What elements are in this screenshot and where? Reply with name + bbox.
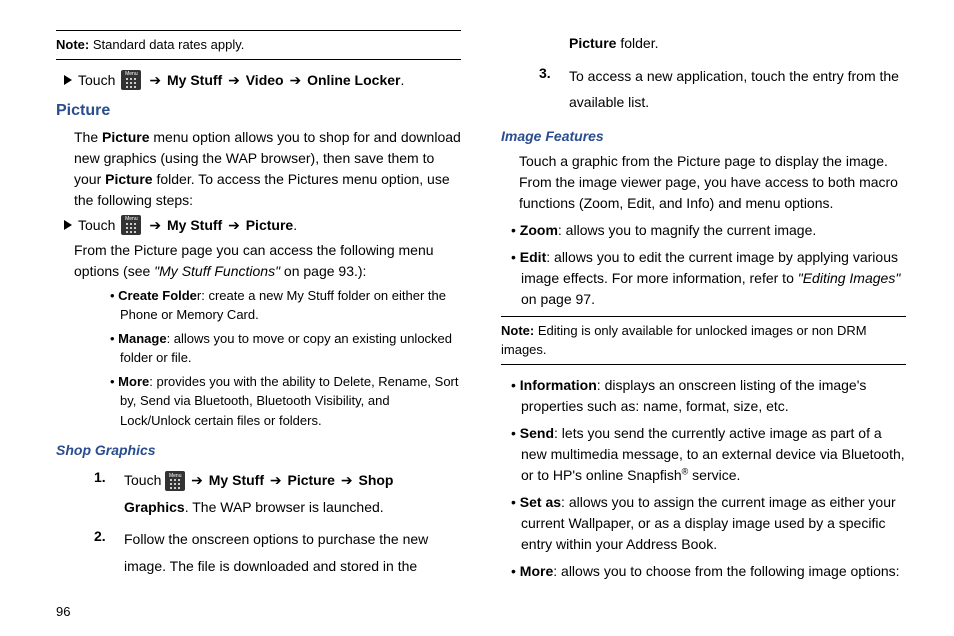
note-label: Note: xyxy=(56,37,89,52)
bullet-set-as: • Set as: allows you to assign the curre… xyxy=(511,492,906,555)
touch-label: Touch xyxy=(78,215,115,236)
menu-grid-icon: Menu xyxy=(165,471,185,491)
arrow-sep: ➔ xyxy=(286,72,306,88)
page-number: 96 xyxy=(56,604,70,619)
menu-grid-icon: Menu xyxy=(121,70,141,90)
period: . xyxy=(400,72,404,88)
note-editing-unlocked: Note: Editing is only available for unlo… xyxy=(501,316,906,365)
picture-options-list: • Create Folder: create a new My Stuff f… xyxy=(110,286,461,431)
step-arrow-icon xyxy=(64,220,72,230)
nav-step-online-locker: Touch Menu ➔ My Stuff ➔ Video ➔ Online L… xyxy=(64,70,461,91)
nav-video: Video xyxy=(246,72,284,88)
nav-mystuff: My Stuff xyxy=(167,72,222,88)
picture-intro: The Picture menu option allows you to sh… xyxy=(74,127,461,211)
menu-grid-icon: Menu xyxy=(121,215,141,235)
nav-online-locker: Online Locker xyxy=(307,72,400,88)
note-text: Editing is only available for unlocked i… xyxy=(501,323,867,358)
bullet-information: • Information: displays an onscreen list… xyxy=(511,375,906,417)
heading-shop-graphics: Shop Graphics xyxy=(56,440,461,461)
bullet-manage: • Manage: allows you to move or copy an … xyxy=(110,329,461,368)
arrow-sep: ➔ xyxy=(224,217,244,233)
step-3: 3. To access a new application, touch th… xyxy=(539,63,906,116)
arrow-sep: ➔ xyxy=(149,217,165,233)
nav-step-picture: Touch Menu ➔ My Stuff ➔ Picture. xyxy=(64,215,461,236)
arrow-sep: ➔ xyxy=(224,72,244,88)
touch-label: Touch xyxy=(78,70,115,91)
nav-mystuff: My Stuff xyxy=(167,217,222,233)
image-features-list-2: • Information: displays an onscreen list… xyxy=(511,375,906,582)
page-content: Note: Standard data rates apply. Touch M… xyxy=(0,0,954,610)
arrow-sep: ➔ xyxy=(149,72,165,88)
bullet-zoom: • Zoom: allows you to magnify the curren… xyxy=(511,220,906,241)
step-1: 1. Touch Menu ➔ My Stuff ➔ Picture ➔ Sho… xyxy=(94,467,461,520)
bullet-more-image: • More: allows you to choose from the fo… xyxy=(511,561,906,582)
note-text: Standard data rates apply. xyxy=(89,37,244,52)
bullet-send: • Send: lets you send the currently acti… xyxy=(511,423,906,486)
ref-editing-images: "Editing Images" xyxy=(798,270,901,286)
note-label: Note: xyxy=(501,323,534,338)
image-features-intro: Touch a graphic from the Picture page to… xyxy=(519,151,906,214)
bullet-edit: • Edit: allows you to edit the current i… xyxy=(511,247,906,310)
note-standard-data-rates: Note: Standard data rates apply. xyxy=(56,30,461,60)
picture-options-intro: From the Picture page you can access the… xyxy=(74,240,461,282)
period: . xyxy=(293,217,297,233)
heading-image-features: Image Features xyxy=(501,126,906,147)
ref-mystuff-functions: "My Stuff Functions" xyxy=(154,263,280,279)
heading-picture: Picture xyxy=(56,99,461,123)
step-arrow-icon xyxy=(64,75,72,85)
image-features-list-1: • Zoom: allows you to magnify the curren… xyxy=(511,220,906,310)
nav-picture: Picture xyxy=(246,217,293,233)
bullet-more: • More: provides you with the ability to… xyxy=(110,372,461,431)
bullet-create-folder: • Create Folder: create a new My Stuff f… xyxy=(110,286,461,325)
